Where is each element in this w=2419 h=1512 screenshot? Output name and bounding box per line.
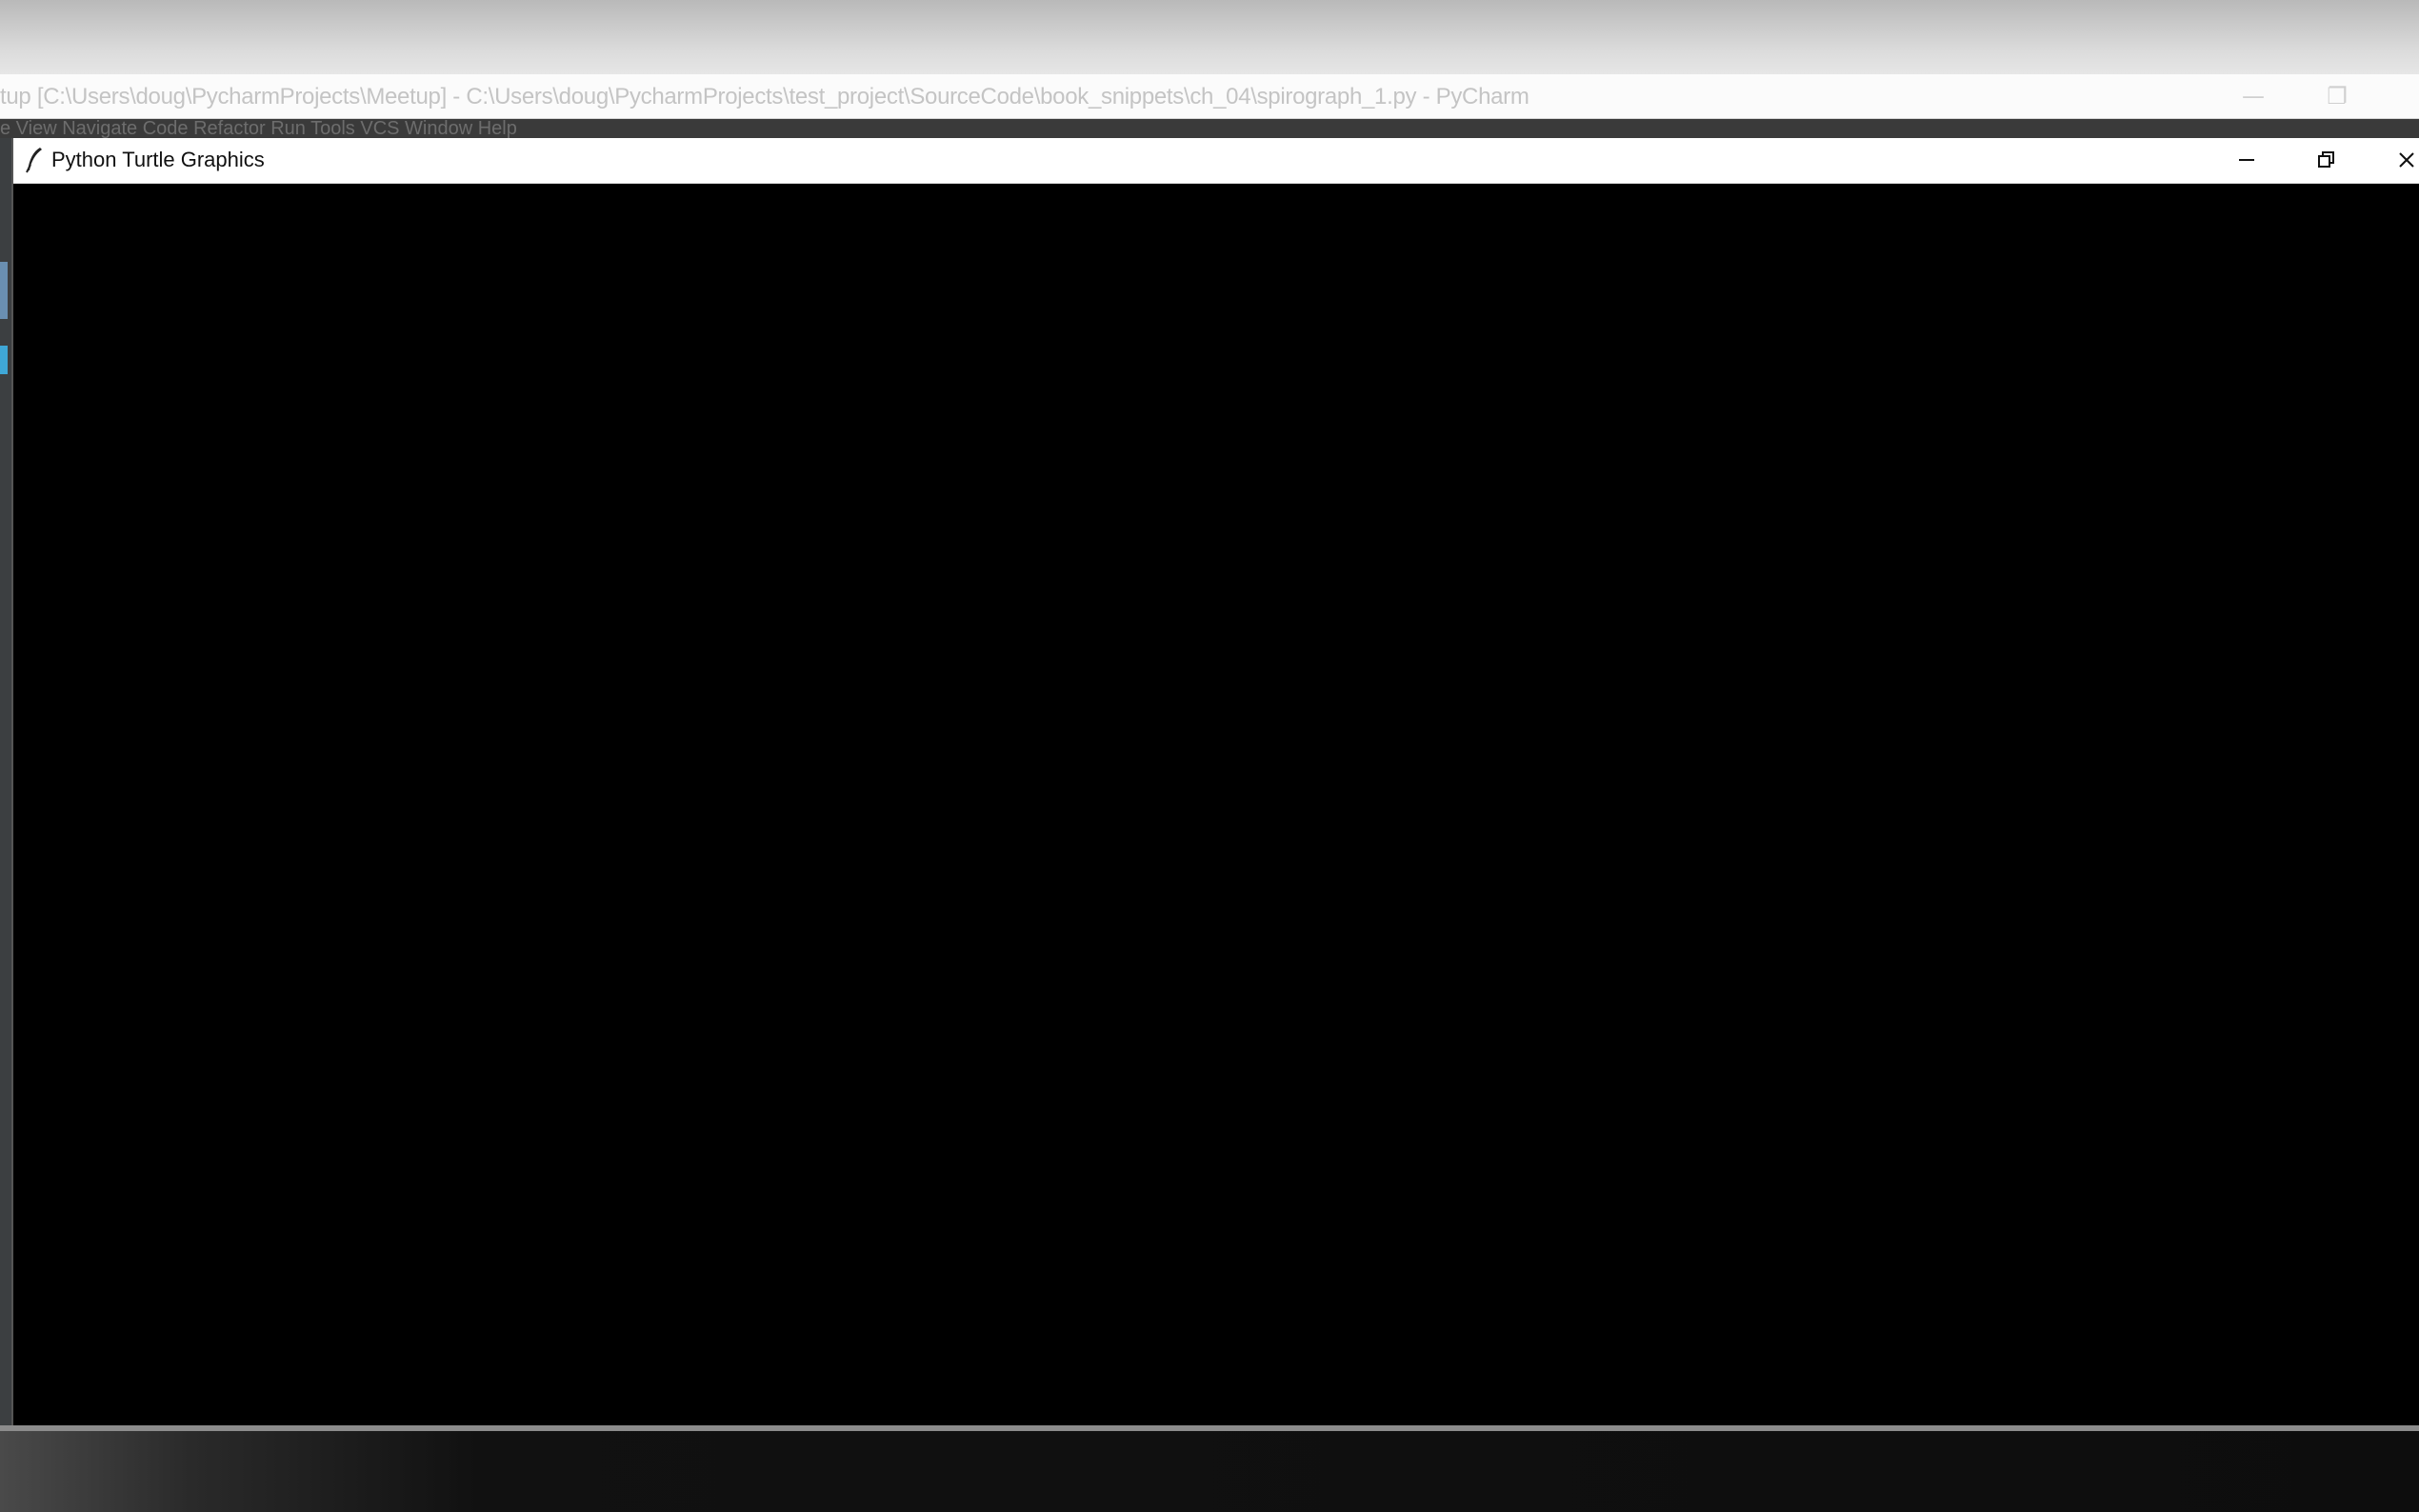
turtle-graphics-window: Python Turtle Graphics [13, 138, 2419, 1429]
pycharm-menu-bar: e View Navigate Code Refactor Run Tools … [0, 119, 2419, 138]
minimize-icon [2239, 159, 2254, 161]
pycharm-window-title: tup [C:\Users\doug\PycharmProjects\Meetu… [0, 84, 1529, 109]
close-icon [2399, 152, 2414, 168]
feather-icon [26, 148, 42, 173]
turtle-window-title: Python Turtle Graphics [51, 148, 265, 171]
close-button[interactable] [2373, 138, 2419, 182]
pycharm-restore-button[interactable]: ❐ [2309, 80, 2366, 112]
pycharm-menu-items[interactable]: e View Navigate Code Refactor Run Tools … [0, 119, 517, 138]
restore-button[interactable] [2293, 138, 2360, 182]
taskbar [0, 1431, 2419, 1512]
sidebar-tool-marker[interactable] [0, 346, 8, 374]
sidebar-tool-marker[interactable] [0, 262, 8, 319]
pycharm-minimize-button[interactable]: — [2225, 80, 2282, 112]
minimize-button[interactable] [2213, 138, 2280, 182]
desktop-background [0, 0, 2419, 74]
turtle-title-bar[interactable]: Python Turtle Graphics [13, 138, 2419, 184]
turtle-canvas[interactable] [13, 184, 2419, 1429]
restore-icon [2318, 151, 2334, 168]
pycharm-title-bar: tup [C:\Users\doug\PycharmProjects\Meetu… [0, 74, 2419, 119]
